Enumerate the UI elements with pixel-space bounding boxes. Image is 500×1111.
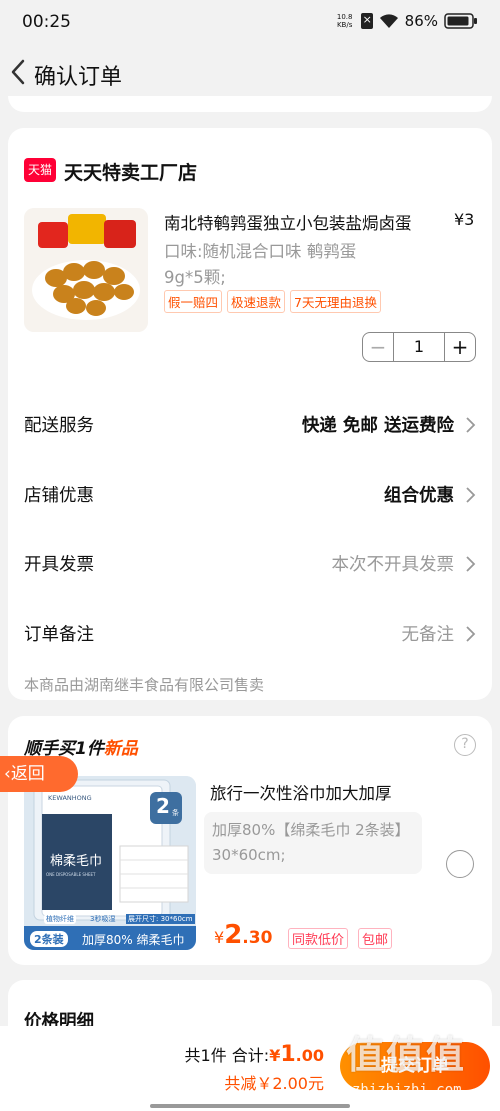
addon-tag: 同款低价 xyxy=(288,928,349,949)
invoice-value: 本次不开具发票 xyxy=(331,555,455,575)
wifi-icon xyxy=(379,13,399,29)
quantity-stepper: − 1 + xyxy=(362,332,476,362)
product-title[interactable]: 南北特鹌鹑蛋独立小包装盐焗卤蛋 xyxy=(164,210,444,234)
product-spec-flavor: 口味:随机混合口味 鹌鹑蛋 xyxy=(164,242,357,261)
row-invoice[interactable]: 开具发票 本次不开具发票 xyxy=(24,549,476,579)
submit-order-button[interactable]: 提交订单 xyxy=(340,1042,490,1090)
addon-price-symbol: ¥ xyxy=(214,928,225,947)
status-bar: 00:25 10.8 KB/s 86% xyxy=(0,0,500,46)
delivery-value: 快递 免邮 送运费险 xyxy=(301,416,454,436)
decrease-button[interactable]: − xyxy=(363,335,393,359)
chevron-right-icon xyxy=(464,555,476,573)
addon-title-new: 新品 xyxy=(103,739,138,759)
shop-discount-label: 店铺优惠 xyxy=(24,486,94,506)
addon-image-sub-text: ONE DISPOSABLE SHEET xyxy=(46,872,96,877)
back-button-label: 返回 xyxy=(10,764,45,784)
nav-bar: 确认订单 xyxy=(0,46,500,100)
total-dec: .00 xyxy=(295,1046,324,1065)
discount-text: 共减￥2.00元 xyxy=(224,1074,324,1093)
addon-price-dec: .30 xyxy=(242,928,273,948)
no-sim-icon xyxy=(360,13,373,29)
chevron-right-icon xyxy=(464,486,476,504)
battery-icon xyxy=(444,13,478,29)
help-icon[interactable]: ? xyxy=(454,734,476,756)
shop-discount-value: 组合优惠 xyxy=(384,486,454,506)
service-tag: 7天无理由退换 xyxy=(290,290,381,313)
addon-product-image[interactable]: KEWANHONG 2 条 棉柔毛巾 ONE DISPOSABLE SHEET … xyxy=(24,776,196,950)
shop-name[interactable]: 天天特卖工厂店 xyxy=(64,158,197,185)
product-image[interactable] xyxy=(24,208,148,332)
row-shop-discount[interactable]: 店铺优惠 组合优惠 xyxy=(24,480,476,510)
addon-image-pack: 2条装 xyxy=(30,931,68,947)
network-speed-value: 10.8 xyxy=(336,13,353,21)
checkout-bar: 共1件 合计:¥1.00 共减￥2.00元 提交订单 xyxy=(0,1026,500,1111)
addon-select-radio[interactable] xyxy=(446,850,474,878)
order-note-label: 订单备注 xyxy=(24,625,94,645)
back-button[interactable]: ‹返回 xyxy=(0,756,78,792)
addon-tag: 包邮 xyxy=(358,928,393,949)
home-indicator[interactable] xyxy=(150,1104,350,1108)
row-order-note[interactable]: 订单备注 无备注 xyxy=(24,619,476,649)
increase-button[interactable]: + xyxy=(445,335,475,359)
order-card: 天猫 天天特卖工厂店 南北特鹌鹑蛋独立小包装盐焗卤蛋 ¥3 口味:随机混合口味 … xyxy=(8,128,492,700)
addon-price: ¥2.30 xyxy=(214,920,272,950)
addon-price-int: 2 xyxy=(224,920,243,950)
order-note-value: 无备注 xyxy=(401,625,455,645)
addon-image-product-text: 棉柔毛巾 xyxy=(50,854,103,869)
addon-image-slogan: 加厚80% 绵柔毛巾 xyxy=(82,933,185,947)
service-tag: 假一赔四 xyxy=(164,290,223,313)
total-symbol: ¥ xyxy=(269,1046,281,1065)
addon-name[interactable]: 旅行一次性浴巾加大加厚 xyxy=(210,780,392,804)
addon-image-brand: KEWANHONG xyxy=(48,794,92,802)
tmall-logo: 天猫 xyxy=(24,158,56,182)
product-price: ¥3 xyxy=(454,210,475,229)
addon-image-size: 展开尺寸: 30*60cm xyxy=(126,914,195,924)
status-icons: 10.8 KB/s 86% xyxy=(335,12,478,30)
back-arrow-icon[interactable] xyxy=(8,58,28,86)
chevron-left-icon: ‹ xyxy=(4,764,11,784)
status-time: 00:25 xyxy=(22,12,71,32)
delivery-label: 配送服务 xyxy=(24,416,94,436)
total-label: 合计: xyxy=(231,1046,270,1065)
address-card-bottom xyxy=(8,96,492,112)
page-title: 确认订单 xyxy=(34,65,123,90)
addon-card: 顺手买1件新品 ? KEWANHONG 2 条 棉柔毛巾 ONE DISPOSA… xyxy=(8,716,492,965)
chevron-right-icon xyxy=(464,416,476,434)
invoice-label: 开具发票 xyxy=(24,555,94,575)
row-delivery[interactable]: 配送服务 快递 免邮 送运费险 xyxy=(24,410,476,440)
addon-image-badge: 3秒吸湿 xyxy=(90,915,116,923)
product-spec-size: 9g*5颗; xyxy=(164,268,226,287)
quantity-input[interactable]: 1 xyxy=(393,333,445,361)
service-tags: 假一赔四 极速退款 7天无理由退换 xyxy=(164,290,381,313)
network-speed-unit: KB/s xyxy=(336,21,353,29)
battery-percent: 86% xyxy=(404,12,438,30)
addon-image-count-unit: 条 xyxy=(172,809,179,817)
chevron-right-icon xyxy=(464,625,476,643)
addon-image-badge: 植物纤维 xyxy=(44,914,76,924)
network-speed: 10.8 KB/s xyxy=(335,13,355,29)
total-line: 共1件 合计:¥1.00 xyxy=(185,1042,324,1067)
addon-image-count: 2 xyxy=(156,794,170,818)
total-int: 1 xyxy=(280,1042,296,1067)
item-count: 共1件 xyxy=(184,1046,227,1065)
addon-spec-select[interactable]: 加厚80%【绵柔毛巾 2条装】30*60cm; xyxy=(204,812,422,874)
service-tag: 极速退款 xyxy=(227,290,286,313)
seller-note: 本商品由湖南继丰食品有限公司售卖 xyxy=(24,676,265,694)
